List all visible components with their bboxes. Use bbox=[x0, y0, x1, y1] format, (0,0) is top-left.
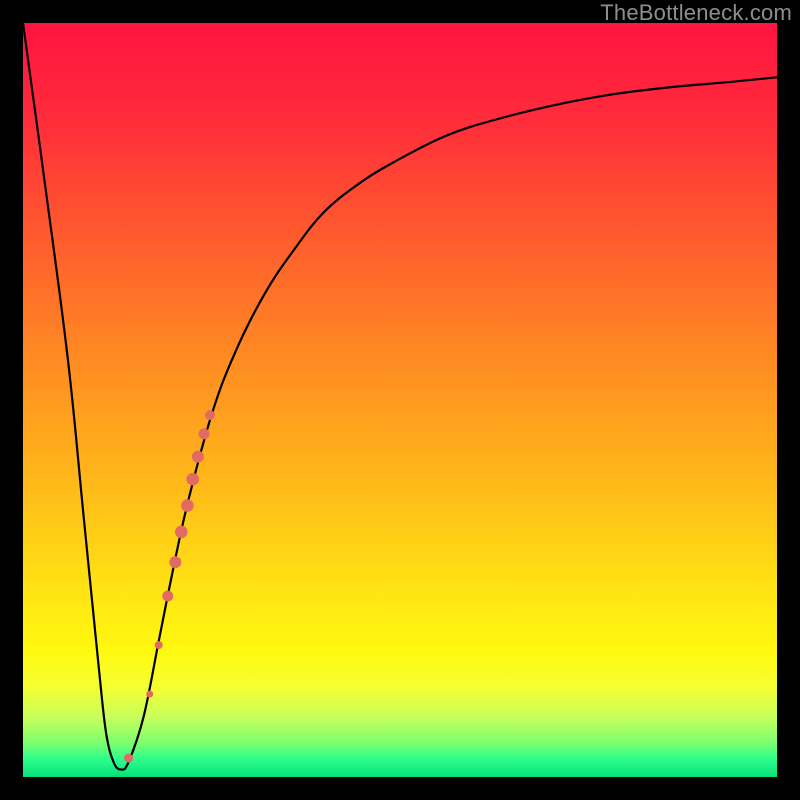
data-marker bbox=[146, 691, 153, 698]
bottleneck-curve bbox=[23, 23, 777, 770]
watermark-text: TheBottleneck.com bbox=[600, 0, 792, 26]
data-marker bbox=[186, 473, 199, 486]
data-marker bbox=[155, 641, 163, 649]
data-marker bbox=[192, 451, 204, 463]
plot-area bbox=[23, 23, 777, 777]
data-marker bbox=[169, 556, 181, 568]
data-marker bbox=[205, 410, 215, 420]
chart-frame: TheBottleneck.com bbox=[0, 0, 800, 800]
data-marker bbox=[124, 754, 133, 763]
data-marker bbox=[162, 591, 173, 602]
data-marker bbox=[199, 428, 210, 439]
data-marker bbox=[181, 499, 194, 512]
curve-layer bbox=[23, 23, 777, 777]
data-marker bbox=[175, 526, 188, 539]
